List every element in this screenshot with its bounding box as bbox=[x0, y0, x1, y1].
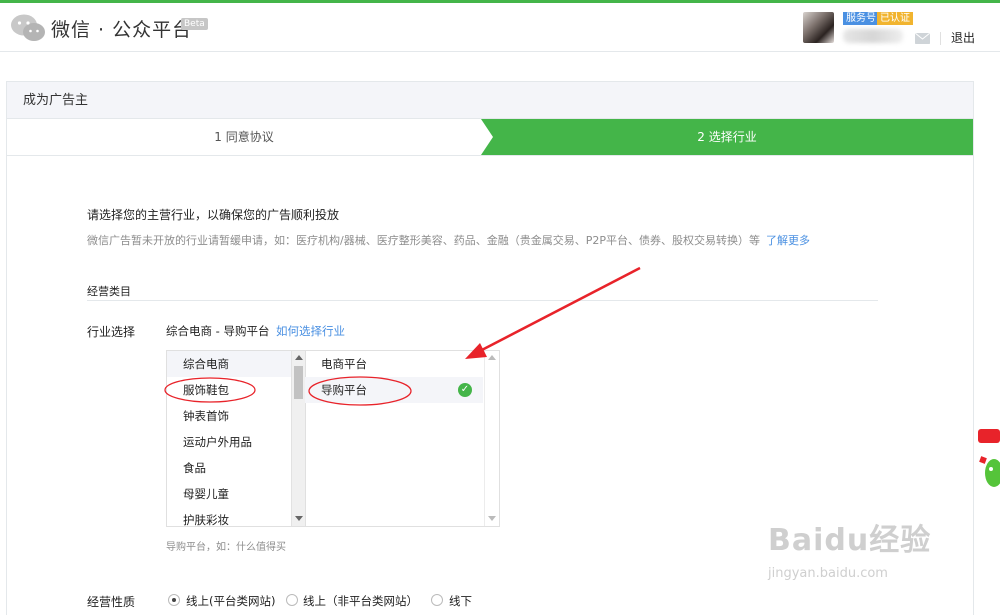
restriction-note-text: 微信广告暂未开放的行业请暂缓申请，如：医疗机构/器械、医疗整形美容、药品、金融（… bbox=[87, 234, 760, 247]
step-agree: 1 同意协议 bbox=[214, 130, 274, 144]
category-item[interactable]: 护肤彩妆 bbox=[167, 507, 305, 526]
category-list[interactable]: 综合电商 服饰鞋包 钟表首饰 运动户外用品 食品 母婴儿童 护肤彩妆 bbox=[166, 350, 306, 527]
radio-online-platform[interactable] bbox=[168, 594, 180, 606]
how-to-choose-link[interactable]: 如何选择行业 bbox=[276, 323, 345, 339]
logout-link[interactable]: 退出 bbox=[951, 29, 975, 46]
mascot-icon[interactable] bbox=[978, 425, 1000, 505]
mail-icon[interactable] bbox=[915, 33, 930, 44]
section-title: 经营类目 bbox=[87, 285, 131, 298]
radio-label: 线上(平台类网站) bbox=[186, 594, 276, 608]
category-item[interactable]: 综合电商 bbox=[167, 351, 305, 377]
wechat-logo-icon bbox=[11, 14, 45, 41]
section-divider bbox=[87, 300, 878, 301]
subcategory-label: 导购平台 bbox=[321, 383, 367, 397]
category-item[interactable]: 钟表首饰 bbox=[167, 403, 305, 429]
scrollbar-thumb[interactable] bbox=[294, 366, 303, 399]
radio-label: 线上（非平台类网站） bbox=[303, 594, 418, 608]
category-item[interactable]: 母婴儿童 bbox=[167, 481, 305, 507]
industry-hint: 导购平台，如：什么值得买 bbox=[166, 542, 286, 553]
radio-online-non-platform[interactable] bbox=[286, 594, 298, 606]
industry-label: 行业选择 bbox=[87, 325, 136, 339]
scroll-up-icon[interactable] bbox=[295, 355, 303, 360]
restriction-note: 微信广告暂未开放的行业请暂缓申请，如：医疗机构/器械、医疗整形美容、药品、金融（… bbox=[87, 232, 810, 248]
subcategory-item[interactable]: 电商平台 bbox=[305, 351, 499, 377]
avatar[interactable] bbox=[803, 12, 834, 43]
scroll-up-icon[interactable] bbox=[488, 355, 496, 360]
brand-title: 微信 · 公众平台 bbox=[51, 19, 193, 41]
category-scrollbar[interactable] bbox=[291, 351, 305, 526]
baidu-watermark: Baidu经验 bbox=[768, 523, 932, 558]
check-icon: ✓ bbox=[458, 383, 472, 397]
nature-label: 经营性质 bbox=[87, 595, 136, 609]
account-name-blurred bbox=[843, 29, 903, 43]
category-item[interactable]: 食品 bbox=[167, 455, 305, 481]
step-select-industry-label: 2 选择行业 bbox=[697, 130, 757, 144]
radio-offline[interactable] bbox=[431, 594, 443, 606]
subcategory-label: 电商平台 bbox=[321, 357, 367, 371]
top-header: 微信 · 公众平台 Beta 服务号 已认证 退出 bbox=[0, 3, 1000, 52]
learn-more-link[interactable]: 了解更多 bbox=[766, 234, 810, 247]
service-account-badge: 服务号 bbox=[843, 12, 879, 25]
category-item[interactable]: 运动户外用品 bbox=[167, 429, 305, 455]
subcategory-item-selected[interactable]: 导购平台 ✓ bbox=[305, 377, 483, 403]
header-separator bbox=[940, 32, 941, 45]
verified-badge: 已认证 bbox=[877, 12, 913, 25]
panel-title: 成为广告主 bbox=[7, 82, 973, 119]
step-select-industry: 2 选择行业 bbox=[481, 119, 973, 155]
category-item[interactable]: 服饰鞋包 bbox=[167, 377, 305, 403]
subcategory-list[interactable]: 电商平台 导购平台 ✓ bbox=[305, 350, 500, 527]
step-bar: 1 同意协议 2 选择行业 bbox=[7, 119, 973, 156]
radio-label: 线下 bbox=[449, 594, 472, 608]
intro-text: 请选择您的主营行业，以确保您的广告顺利投放 bbox=[87, 208, 340, 222]
selected-industry: 综合电商 - 导购平台 bbox=[166, 324, 270, 338]
baidu-watermark-url: jingyan.baidu.com bbox=[768, 566, 888, 581]
scroll-down-icon[interactable] bbox=[295, 516, 303, 521]
beta-badge: Beta bbox=[181, 18, 208, 30]
subcategory-scrollbar[interactable] bbox=[484, 351, 499, 526]
scroll-down-icon[interactable] bbox=[488, 516, 496, 521]
